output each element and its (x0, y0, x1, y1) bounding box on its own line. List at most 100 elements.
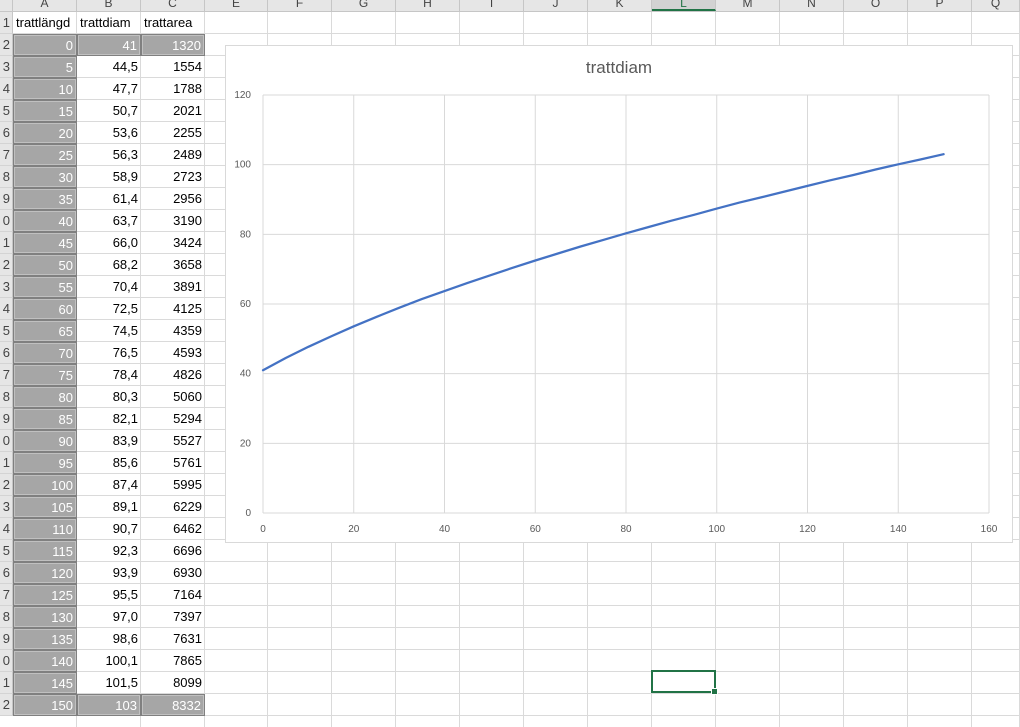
row-header[interactable]: 1 (0, 672, 13, 694)
data-cell[interactable]: 90 (13, 430, 77, 452)
data-cell[interactable]: 85 (13, 408, 77, 430)
data-cell[interactable]: 3891 (141, 276, 205, 298)
data-cell[interactable]: 87,4 (77, 474, 141, 496)
row-header[interactable]: 1 (0, 232, 13, 254)
column-header-c[interactable]: C (141, 0, 205, 11)
data-cell[interactable]: 8332 (141, 694, 205, 716)
data-cell[interactable]: 70,4 (77, 276, 141, 298)
row-header[interactable]: 8 (0, 606, 13, 628)
data-cell[interactable]: 40 (13, 210, 77, 232)
row-header[interactable]: 9 (0, 408, 13, 430)
row-header[interactable]: 3 (0, 56, 13, 78)
row-header[interactable]: 4 (0, 298, 13, 320)
data-cell[interactable]: 5294 (141, 408, 205, 430)
data-cell[interactable]: 135 (13, 628, 77, 650)
row-header[interactable]: 7 (0, 364, 13, 386)
row-header[interactable]: 9 (0, 628, 13, 650)
header-cell[interactable]: trattlängd (13, 12, 77, 34)
data-cell[interactable]: 95,5 (77, 584, 141, 606)
data-cell[interactable]: 140 (13, 650, 77, 672)
data-cell[interactable]: 5995 (141, 474, 205, 496)
data-cell[interactable]: 65 (13, 320, 77, 342)
data-cell[interactable]: 66,0 (77, 232, 141, 254)
data-cell[interactable]: 120 (13, 562, 77, 584)
data-cell[interactable]: 72,5 (77, 298, 141, 320)
line-chart[interactable]: trattdiam 0 20 40 60 80 100 120 0 20 40 60 80 100 120… (225, 45, 1013, 543)
data-cell[interactable]: 115 (13, 540, 77, 562)
data-cell[interactable]: 6462 (141, 518, 205, 540)
data-cell[interactable]: 6696 (141, 540, 205, 562)
data-cell[interactable]: 5 (13, 56, 77, 78)
column-header-l[interactable]: L (652, 0, 716, 11)
column-header-f[interactable]: F (268, 0, 332, 11)
data-cell[interactable]: 41 (77, 34, 141, 56)
data-cell[interactable]: 7164 (141, 584, 205, 606)
row-header[interactable]: 2 (0, 474, 13, 496)
data-cell[interactable]: 7397 (141, 606, 205, 628)
data-cell[interactable]: 63,7 (77, 210, 141, 232)
column-header-o[interactable]: O (844, 0, 908, 11)
data-cell[interactable]: 75 (13, 364, 77, 386)
data-cell[interactable]: 2956 (141, 188, 205, 210)
column-header-h[interactable]: H (396, 0, 460, 11)
data-cell[interactable]: 5527 (141, 430, 205, 452)
data-cell[interactable]: 97,0 (77, 606, 141, 628)
column-header-b[interactable]: B (77, 0, 141, 11)
row-header[interactable]: 4 (0, 78, 13, 100)
data-cell[interactable]: 4593 (141, 342, 205, 364)
column-header-j[interactable]: J (524, 0, 588, 11)
data-cell[interactable]: 130 (13, 606, 77, 628)
data-cell[interactable]: 80 (13, 386, 77, 408)
data-cell[interactable]: 80,3 (77, 386, 141, 408)
data-cell[interactable]: 6229 (141, 496, 205, 518)
data-cell[interactable]: 2723 (141, 166, 205, 188)
data-cell[interactable]: 83,9 (77, 430, 141, 452)
row-header[interactable]: 3 (0, 276, 13, 298)
data-cell[interactable]: 58,9 (77, 166, 141, 188)
row-header[interactable]: 0 (0, 650, 13, 672)
row-header[interactable]: 2 (0, 254, 13, 276)
column-header-q[interactable]: Q (972, 0, 1020, 11)
row-header[interactable]: 6 (0, 562, 13, 584)
data-cell[interactable]: 15 (13, 100, 77, 122)
row-header[interactable]: 5 (0, 100, 13, 122)
selected-cell-l31[interactable] (651, 670, 718, 695)
row-header[interactable]: 7 (0, 144, 13, 166)
data-cell[interactable]: 89,1 (77, 496, 141, 518)
select-all-corner[interactable] (0, 0, 13, 11)
data-cell[interactable]: 61,4 (77, 188, 141, 210)
row-header[interactable]: 8 (0, 166, 13, 188)
data-cell[interactable]: 103 (77, 694, 141, 716)
data-cell[interactable]: 50 (13, 254, 77, 276)
data-cell[interactable]: 2255 (141, 122, 205, 144)
header-cell[interactable]: trattarea (141, 12, 205, 34)
data-cell[interactable]: 90,7 (77, 518, 141, 540)
data-cell[interactable]: 7865 (141, 650, 205, 672)
row-header[interactable]: 6 (0, 122, 13, 144)
data-cell[interactable]: 150 (13, 694, 77, 716)
data-cell[interactable]: 25 (13, 144, 77, 166)
data-cell[interactable]: 50,7 (77, 100, 141, 122)
header-cell[interactable]: trattdiam (77, 12, 141, 34)
data-cell[interactable]: 45 (13, 232, 77, 254)
column-header-g[interactable]: G (332, 0, 396, 11)
data-cell[interactable]: 20 (13, 122, 77, 144)
column-header-m[interactable]: M (716, 0, 780, 11)
column-header-i[interactable]: I (460, 0, 524, 11)
data-cell[interactable]: 4359 (141, 320, 205, 342)
data-cell[interactable]: 82,1 (77, 408, 141, 430)
data-cell[interactable]: 76,5 (77, 342, 141, 364)
column-header-k[interactable]: K (588, 0, 652, 11)
row-header[interactable]: 1 (0, 12, 13, 34)
data-cell[interactable]: 6930 (141, 562, 205, 584)
row-header[interactable]: 5 (0, 540, 13, 562)
data-cell[interactable]: 5761 (141, 452, 205, 474)
data-cell[interactable]: 2021 (141, 100, 205, 122)
row-header[interactable]: 5 (0, 320, 13, 342)
data-cell[interactable]: 145 (13, 672, 77, 694)
data-cell[interactable]: 105 (13, 496, 77, 518)
data-cell[interactable]: 44,5 (77, 56, 141, 78)
row-header[interactable]: 6 (0, 342, 13, 364)
data-cell[interactable]: 5060 (141, 386, 205, 408)
data-cell[interactable]: 4826 (141, 364, 205, 386)
